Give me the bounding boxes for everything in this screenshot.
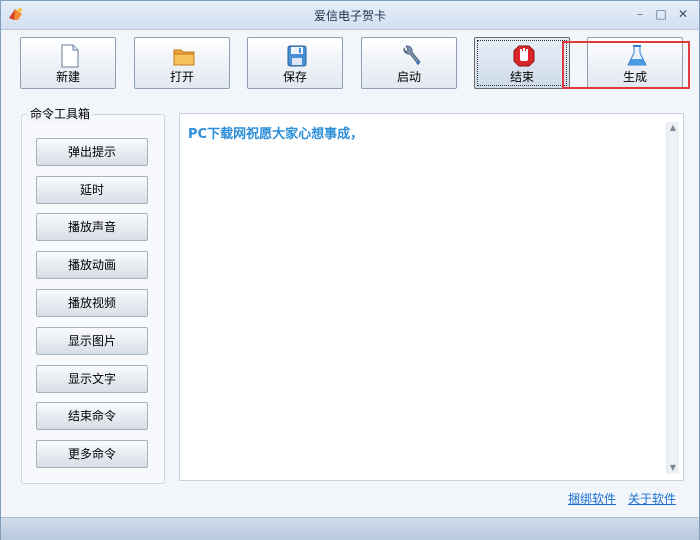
editor-content: PC下载网祝愿大家心想事成，	[188, 127, 364, 142]
play-sound-button[interactable]: 播放声音	[36, 213, 148, 241]
save-button[interactable]: 保存	[247, 37, 343, 89]
new-button[interactable]: 新建	[20, 37, 116, 89]
floppy-disk-icon	[287, 45, 307, 67]
app-window: 爱信电子贺卡 – □ ✕ 新建 打开 保存 启动 结束 生成 命令工具箱 弹出提…	[0, 0, 700, 540]
maximize-button[interactable]: □	[652, 6, 670, 22]
open-button[interactable]: 打开	[134, 37, 230, 89]
toolbox-title: 命令工具箱	[27, 105, 94, 122]
new-file-icon	[61, 44, 79, 68]
editor-scrollbar[interactable]: ▲ ▼	[666, 122, 679, 474]
start-button-label: 启动	[396, 70, 421, 84]
open-button-label: 打开	[169, 70, 194, 84]
bundle-software-link[interactable]: 捆绑软件	[568, 490, 616, 507]
close-button[interactable]: ✕	[674, 6, 692, 22]
start-button[interactable]: 启动	[361, 37, 457, 89]
delay-button[interactable]: 延时	[36, 176, 148, 204]
stop-hand-icon	[513, 45, 535, 67]
save-button-label: 保存	[282, 70, 307, 84]
end-command-button[interactable]: 结束命令	[36, 402, 148, 430]
play-video-button[interactable]: 播放视频	[36, 289, 148, 317]
about-software-link[interactable]: 关于软件	[628, 490, 676, 507]
show-text-button[interactable]: 显示文字	[36, 365, 148, 393]
scroll-up-icon[interactable]: ▲	[667, 122, 679, 134]
play-animation-button[interactable]: 播放动画	[36, 251, 148, 279]
stop-button[interactable]: 结束	[474, 37, 570, 89]
stop-button-label: 结束	[509, 70, 534, 84]
new-button-label: 新建	[55, 70, 80, 84]
script-editor[interactable]: PC下载网祝愿大家心想事成， ▲ ▼	[179, 113, 684, 481]
wrench-icon	[403, 45, 421, 65]
show-image-button[interactable]: 显示图片	[36, 327, 148, 355]
more-commands-button[interactable]: 更多命令	[36, 440, 148, 468]
title-bar: 爱信电子贺卡 – □ ✕	[1, 1, 699, 30]
folder-icon	[173, 49, 195, 66]
scroll-down-icon[interactable]: ▼	[667, 462, 679, 474]
generate-highlight-box	[562, 41, 690, 89]
popup-prompt-button[interactable]: 弹出提示	[36, 138, 148, 166]
status-bar	[1, 517, 699, 540]
window-title: 爱信电子贺卡	[313, 9, 386, 23]
minimize-button[interactable]: –	[631, 6, 649, 22]
